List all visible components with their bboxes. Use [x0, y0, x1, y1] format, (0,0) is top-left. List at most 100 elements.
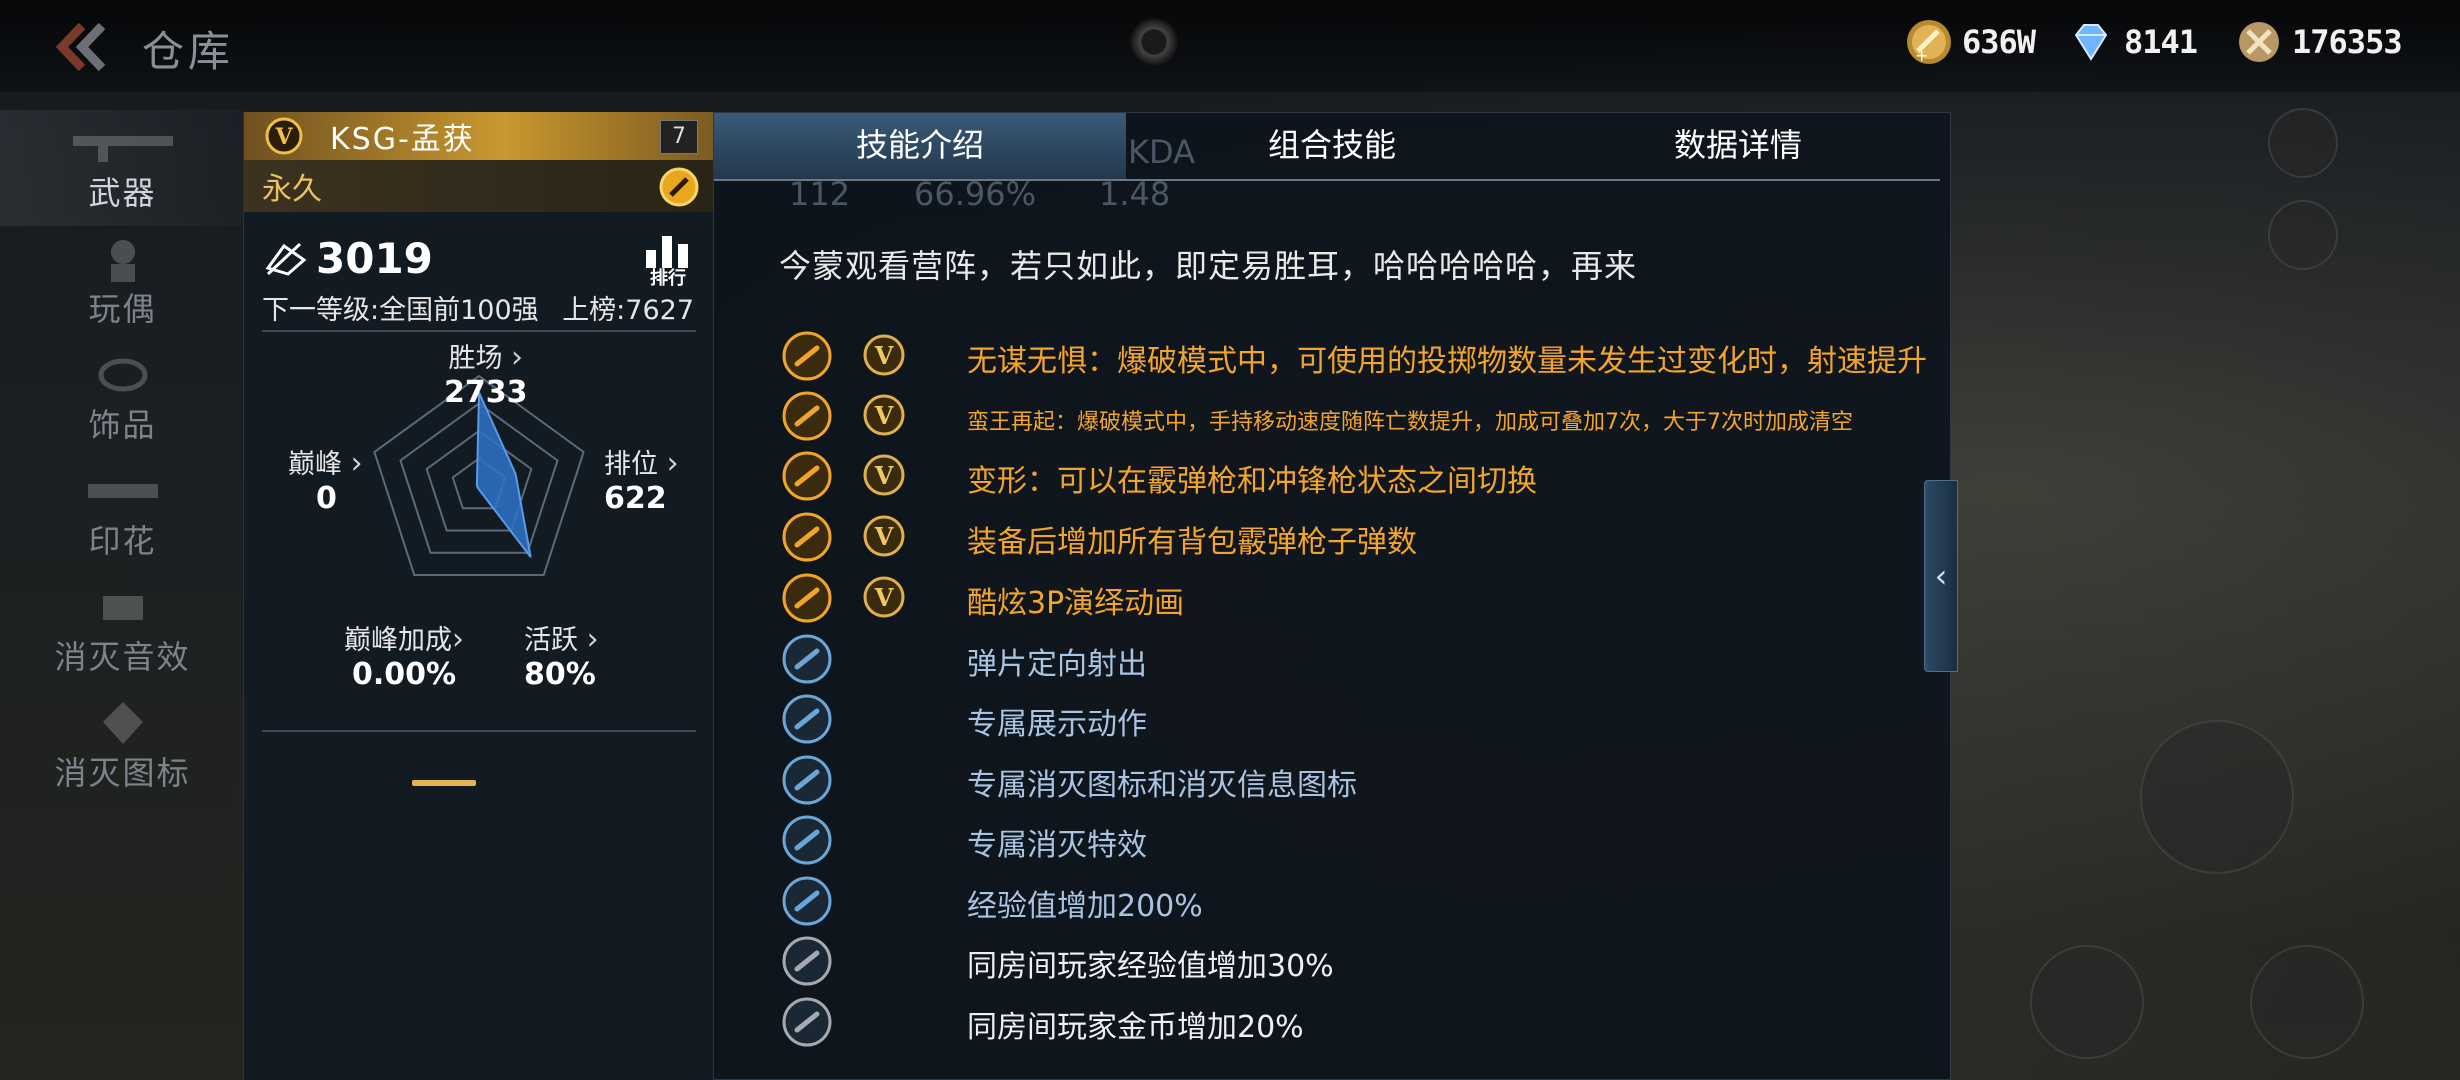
weapon-header: V KSG-孟获 7 [244, 112, 714, 160]
svg-text:V: V [874, 583, 894, 612]
tab-skill-intro[interactable]: 技能介绍 [714, 113, 1126, 179]
stat-peak-bonus-label: 巅峰加成 [344, 625, 452, 656]
stat-peak-label: 巅峰 [288, 449, 342, 480]
sticker-icon [87, 484, 158, 498]
currency-medal[interactable]: 176353 [2234, 14, 2403, 70]
skill-row[interactable]: V 无谋无惧：爆破模式中，可使用的投掷物数量未发生过变化时，射速提升 [714, 326, 1927, 386]
medal-amount: 176353 [2292, 23, 2403, 61]
svg-text:+: + [1915, 46, 1928, 65]
next-level-text: 下一等级:全国前100强 [262, 295, 539, 326]
weapon-score-icon [265, 242, 307, 276]
stat-ranked[interactable]: 排位 › 622 [604, 442, 679, 516]
page-title: 仓库 [142, 27, 235, 76]
category-sticker[interactable]: 印花 [0, 458, 245, 574]
tab-data-details[interactable]: 数据详情 [1538, 113, 1938, 179]
category-kill-emblem[interactable]: 消灭图标 [0, 690, 245, 806]
skills-panel: 场次 胜率 平均KDA 技能介绍 组合技能 数据详情 112 66.96% 1.… [713, 112, 1951, 1080]
rifle-icon [72, 136, 173, 162]
back-arrow-icon[interactable] [52, 22, 112, 72]
chevron-right-icon: › [350, 446, 363, 481]
stat-ranked-label: 排位 [604, 449, 658, 480]
ghost-value: 66.96% [914, 175, 1037, 213]
stat-wins-label: 胜场 [448, 343, 503, 374]
category-label: 消灭图标 [54, 754, 191, 792]
showcase-action-icon [782, 694, 832, 744]
kill-icon-skill-icon [782, 755, 832, 805]
skill-text: 装备后增加所有背包霰弹枪子弹数 [967, 525, 1417, 560]
category-ornament[interactable]: 饰品 [0, 342, 245, 458]
hud-button-switch [2030, 945, 2144, 1059]
top-bar: 仓库 + 636W 8141 176353 [0, 0, 2460, 92]
weapon-name: KSG-孟获 [330, 122, 475, 157]
weapon-duration-row: 永久 [244, 160, 714, 212]
skill-row[interactable]: 专属展示动作 [714, 689, 1914, 749]
category-doll[interactable]: 玩偶 [0, 226, 245, 342]
chevron-left-icon: ‹ [1934, 557, 1948, 595]
skill-row[interactable]: V 酷炫3P演绎动画 [714, 568, 1914, 628]
weapon-score: 3019 [316, 234, 433, 283]
category-kill-sound[interactable]: 消灭音效 [0, 574, 245, 690]
weapon-type-icon[interactable] [658, 166, 700, 208]
v-rank-badge-icon: V [863, 576, 905, 618]
stat-active[interactable]: 活跃 › 80% [524, 618, 599, 692]
ammo-skill-icon [782, 512, 832, 562]
side-collapse-tab[interactable]: ‹ [1924, 480, 1958, 672]
skill-row[interactable]: 弹片定向射出 [714, 629, 1914, 689]
stat-active-label: 活跃 [524, 625, 578, 656]
skill-row[interactable]: 同房间玩家金币增加20% [714, 992, 1914, 1052]
room-coin-icon [782, 997, 832, 1047]
stat-wins[interactable]: 胜场 › 2733 [444, 336, 528, 410]
skill-text: 专属消灭图标和消灭信息图标 [967, 768, 1357, 803]
currency-diamond[interactable]: 8141 [2066, 14, 2198, 70]
chevron-right-icon: › [666, 446, 679, 481]
svg-text:V: V [874, 341, 894, 370]
stat-peak-value: 0 [316, 481, 337, 516]
tab-bar: 场次 胜率 平均KDA 技能介绍 组合技能 数据详情 [714, 113, 1940, 181]
stat-peak[interactable]: 巅峰 › 0 [288, 442, 363, 516]
skill-row[interactable]: 专属消灭图标和消灭信息图标 [714, 750, 1914, 810]
skill-row[interactable]: V 装备后增加所有背包霰弹枪子弹数 [714, 507, 1914, 567]
divider [262, 730, 696, 732]
skill-row[interactable]: V 蛮王再起：爆破模式中，手持移动速度随阵亡数提升，加成可叠加7次，大于7次时加成… [714, 386, 1914, 446]
category-label: 印花 [88, 522, 157, 560]
stat-active-value: 80% [524, 657, 596, 692]
skill-text: 同房间玩家金币增加20% [967, 1010, 1304, 1045]
grenade-skill-icon [782, 331, 832, 381]
weapon-level: 7 [660, 120, 698, 154]
weapon-intro-quote: 今蒙观看营阵，若只如此，即定易胜耳，哈哈哈哈哈，再来 [779, 247, 1638, 285]
hud-button-reload [2250, 945, 2364, 1059]
skill-text: 经验值增加200% [967, 889, 1203, 924]
camera-cutout [1130, 18, 1178, 66]
sound-icon [102, 596, 143, 620]
v-rank-icon: V [265, 117, 303, 155]
category-weapon[interactable]: 武器 [0, 110, 245, 226]
rank-info-row: 下一等级:全国前100强 上榜:7627 [244, 282, 714, 326]
page-indicator [412, 780, 476, 786]
stat-peak-bonus-value: 0.00% [351, 657, 457, 692]
kill-effect-icon [782, 815, 832, 865]
svg-text:V: V [874, 461, 894, 490]
ghost-value: 112 [789, 175, 851, 213]
skill-row[interactable]: 经验值增加200% [714, 871, 1914, 931]
currency-gold[interactable]: + 636W [1904, 14, 2036, 70]
skill-row[interactable]: 专属消灭特效 [714, 810, 1914, 870]
tab-combo-skills[interactable]: 组合技能 [1126, 113, 1538, 179]
category-label: 武器 [88, 174, 157, 212]
stat-ranked-value: 622 [604, 481, 667, 516]
skill-text: 专属展示动作 [967, 707, 1147, 742]
stat-peak-bonus[interactable]: 巅峰加成› 0.00% [344, 618, 464, 692]
skill-row[interactable]: V 变形：可以在霰弹枪和冲锋枪状态之间切换 [714, 446, 1914, 506]
gold-coin-icon: + [1907, 20, 1951, 65]
skill-text: 同房间玩家经验值增加30% [967, 949, 1334, 984]
skill-row[interactable]: 同房间玩家经验值增加30% [714, 931, 1914, 991]
divider [262, 330, 696, 332]
svg-text:V: V [874, 522, 894, 551]
hud-button-settings [2268, 108, 2338, 178]
diamond-icon [2074, 24, 2108, 61]
leaderboard-icon[interactable]: 排行 [638, 230, 698, 286]
skill-text: 变形：可以在霰弹枪和冲锋枪状态之间切换 [967, 464, 1537, 499]
skill-text: 弹片定向射出 [967, 647, 1147, 682]
chevron-right-icon: › [586, 622, 599, 657]
doll-icon [110, 240, 135, 282]
skill-text: 蛮王再起：爆破模式中，手持移动速度随阵亡数提升，加成可叠加7次，大于7次时加成清… [967, 410, 1853, 435]
